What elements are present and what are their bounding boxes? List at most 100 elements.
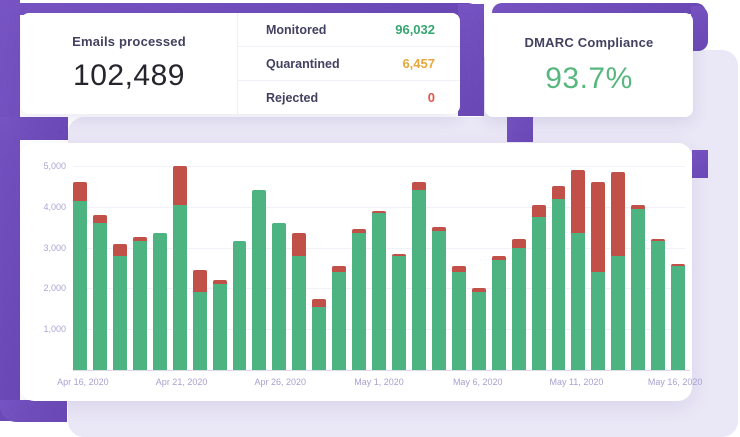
quarantined-segment xyxy=(412,182,426,190)
emails-processed-section: Emails processed 102,489 xyxy=(21,13,238,114)
bar-apr-21-2020[interactable] xyxy=(173,166,187,370)
bar-apr-18-2020[interactable] xyxy=(113,166,127,370)
bar-apr-22-2020[interactable] xyxy=(193,166,207,370)
quarantined-segment xyxy=(532,205,546,217)
monitored-segment xyxy=(233,241,247,370)
bar-may-10-2020[interactable] xyxy=(552,166,566,370)
bar-may-6-2020[interactable] xyxy=(472,166,486,370)
dmarc-card: DMARC Compliance 93.7% xyxy=(485,13,693,117)
quarantined-segment xyxy=(113,244,127,256)
y-tick-label: 5,000 xyxy=(22,161,66,171)
monitored-segment xyxy=(392,256,406,370)
dmarc-value: 93.7% xyxy=(545,62,633,96)
bars-container xyxy=(73,166,685,370)
monitored-segment xyxy=(173,205,187,370)
bar-may-3-2020[interactable] xyxy=(412,166,426,370)
bar-may-16-2020[interactable] xyxy=(671,166,685,370)
purple-texture-left-bar xyxy=(0,0,20,421)
monitored-segment xyxy=(571,233,585,370)
monitored-segment xyxy=(73,201,87,370)
stats-card: Emails processed 102,489 Monitored96,032… xyxy=(21,13,460,114)
monitored-segment xyxy=(432,231,446,370)
bar-may-8-2020[interactable] xyxy=(512,166,526,370)
monitored-segment xyxy=(252,190,266,370)
quarantined-segment xyxy=(292,233,306,255)
bar-apr-26-2020[interactable] xyxy=(272,166,286,370)
quarantined-segment xyxy=(512,239,526,247)
monitored-segment xyxy=(133,241,147,370)
dmarc-title: DMARC Compliance xyxy=(525,35,654,50)
quarantined-segment xyxy=(591,182,605,272)
stat-row: Monitored96,032 xyxy=(238,13,460,47)
x-tick-label: May 1, 2020 xyxy=(354,377,404,387)
emails-processed-value: 102,489 xyxy=(73,59,185,93)
bar-apr-20-2020[interactable] xyxy=(153,166,167,370)
bar-may-2-2020[interactable] xyxy=(392,166,406,370)
stat-value: 6,457 xyxy=(402,56,435,71)
quarantined-segment xyxy=(173,166,187,205)
bar-chart-plot xyxy=(73,166,685,370)
quarantined-segment xyxy=(552,186,566,198)
bar-may-4-2020[interactable] xyxy=(432,166,446,370)
bar-apr-28-2020[interactable] xyxy=(312,166,326,370)
x-tick-label: Apr 26, 2020 xyxy=(255,377,307,387)
bar-may-11-2020[interactable] xyxy=(571,166,585,370)
bar-apr-17-2020[interactable] xyxy=(93,166,107,370)
purple-texture-right-hook xyxy=(691,6,708,51)
monitored-segment xyxy=(213,284,227,370)
y-tick-label: 4,000 xyxy=(22,202,66,212)
x-tick-label: May 6, 2020 xyxy=(453,377,503,387)
purple-texture-leg xyxy=(507,117,533,142)
emails-processed-title: Emails processed xyxy=(72,34,186,49)
bar-may-9-2020[interactable] xyxy=(532,166,546,370)
quarantined-segment xyxy=(193,270,207,292)
stats-rows: Monitored96,032Quarantined6,457Rejected0 xyxy=(238,13,460,114)
stat-value: 0 xyxy=(428,90,435,105)
bar-may-13-2020[interactable] xyxy=(611,166,625,370)
monitored-segment xyxy=(512,248,526,370)
bar-apr-23-2020[interactable] xyxy=(213,166,227,370)
purple-texture-card-gap xyxy=(458,4,484,116)
stat-label: Quarantined xyxy=(266,57,340,71)
monitored-segment xyxy=(312,307,326,370)
stat-value: 96,032 xyxy=(395,22,435,37)
bar-may-1-2020[interactable] xyxy=(372,166,386,370)
purple-texture-right-blob xyxy=(692,150,708,178)
monitored-segment xyxy=(552,199,566,370)
y-tick-label: 2,000 xyxy=(22,283,66,293)
bar-apr-25-2020[interactable] xyxy=(252,166,266,370)
bar-may-12-2020[interactable] xyxy=(591,166,605,370)
x-tick-label: May 11, 2020 xyxy=(549,377,603,387)
monitored-segment xyxy=(472,292,486,370)
bar-apr-16-2020[interactable] xyxy=(73,166,87,370)
monitored-segment xyxy=(532,217,546,370)
bar-may-15-2020[interactable] xyxy=(651,166,665,370)
monitored-segment xyxy=(153,233,167,370)
monitored-segment xyxy=(492,260,506,370)
quarantined-segment xyxy=(571,170,585,233)
monitored-segment xyxy=(591,272,605,370)
x-tick-label: Apr 21, 2020 xyxy=(156,377,208,387)
dmarc-inner: DMARC Compliance 93.7% xyxy=(485,13,693,117)
monitored-segment xyxy=(671,266,685,370)
x-tick-label: Apr 16, 2020 xyxy=(57,377,109,387)
x-axis-line xyxy=(73,370,690,371)
quarantined-segment xyxy=(73,182,87,200)
chart-card: 1,0002,0003,0004,0005,000 Apr 16, 2020Ap… xyxy=(20,143,692,401)
quarantined-segment xyxy=(93,215,107,223)
y-tick-label: 3,000 xyxy=(22,243,66,253)
monitored-segment xyxy=(93,223,107,370)
purple-texture-mid-band xyxy=(0,117,68,140)
monitored-segment xyxy=(332,272,346,370)
bar-apr-30-2020[interactable] xyxy=(352,166,366,370)
bar-apr-29-2020[interactable] xyxy=(332,166,346,370)
quarantined-segment xyxy=(312,299,326,307)
bar-may-7-2020[interactable] xyxy=(492,166,506,370)
bar-apr-27-2020[interactable] xyxy=(292,166,306,370)
bar-apr-24-2020[interactable] xyxy=(233,166,247,370)
bar-may-5-2020[interactable] xyxy=(452,166,466,370)
bar-may-14-2020[interactable] xyxy=(631,166,645,370)
monitored-segment xyxy=(412,190,426,370)
bar-apr-19-2020[interactable] xyxy=(133,166,147,370)
monitored-segment xyxy=(113,256,127,370)
